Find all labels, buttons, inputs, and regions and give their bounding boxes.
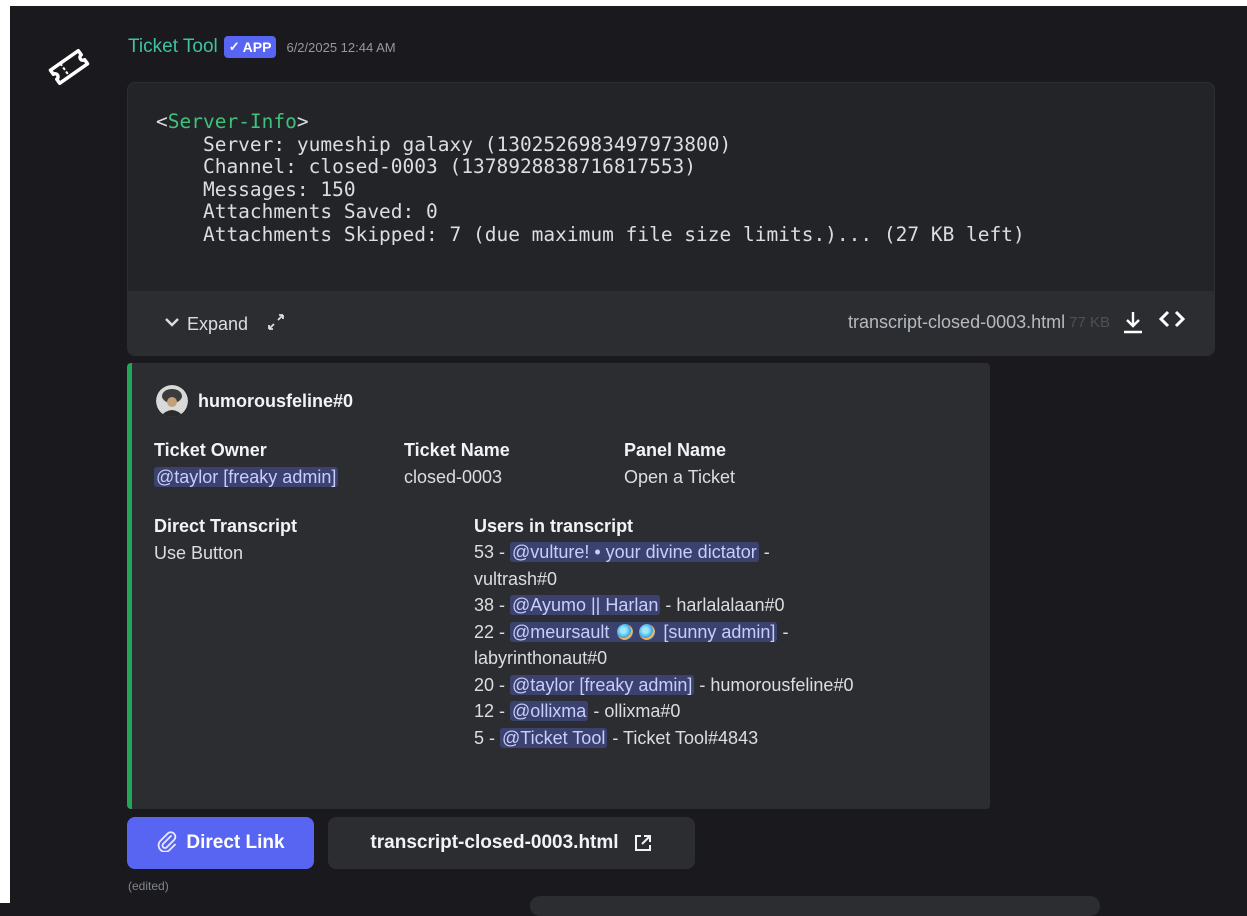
code-line: Channel: closed-0003 (137892883871681755… bbox=[156, 155, 697, 178]
user-mention-name: @meursault bbox=[512, 621, 610, 642]
user-tag: - bbox=[777, 621, 789, 642]
list-item: 22 - @meursault [sunny admin] - bbox=[474, 619, 974, 646]
bot-name[interactable]: Ticket Tool bbox=[128, 36, 218, 58]
direct-link-label: Direct Link bbox=[186, 832, 285, 853]
field-ticket-name: Ticket Name closed-0003 bbox=[404, 437, 510, 491]
field-label: Direct Transcript bbox=[154, 516, 298, 536]
user-count: 53 - bbox=[474, 542, 511, 562]
list-item: 38 - @Ayumo || Harlan - harlalalaan#0 bbox=[474, 592, 974, 619]
field-label: Ticket Name bbox=[404, 440, 510, 460]
user-mention[interactable]: @Ayumo || Harlan bbox=[510, 595, 661, 615]
window-frame-left bbox=[0, 0, 10, 903]
file-info: transcript-closed-0003.html 77 KB bbox=[848, 309, 1186, 335]
planet-emoji-icon bbox=[617, 623, 634, 640]
field-panel-name: Panel Name Open a Ticket bbox=[624, 437, 735, 491]
direct-link-button[interactable]: Direct Link bbox=[127, 817, 314, 869]
field-label: Panel Name bbox=[624, 440, 727, 460]
code-attachment-footer: Expand transcript-closed-0003.html 77 KB bbox=[128, 291, 1214, 355]
code-block: <Server-Info> Server: yumeship galaxy (1… bbox=[156, 110, 1025, 246]
list-item: 20 - @taylor [freaky admin] - humorousfe… bbox=[474, 672, 974, 699]
user-tag: - bbox=[758, 542, 770, 562]
field-label: Users in transcript bbox=[474, 516, 634, 536]
expand-button[interactable]: Expand bbox=[164, 312, 286, 336]
transcript-file-label: transcript-closed-0003.html bbox=[370, 832, 619, 853]
app-badge-label: APP bbox=[242, 39, 272, 55]
field-value: Open a Ticket bbox=[624, 467, 736, 487]
code-tag-name: Server-Info bbox=[167, 110, 297, 133]
code-line: Attachments Saved: 0 bbox=[156, 200, 438, 223]
expand-label: Expand bbox=[187, 313, 249, 334]
user-mention[interactable]: @meursault [sunny admin] bbox=[510, 621, 778, 642]
user-mention[interactable]: @ollixma bbox=[510, 701, 589, 721]
check-icon: ✓ bbox=[228, 39, 240, 54]
field-direct-transcript: Direct Transcript Use Button bbox=[154, 513, 297, 567]
planet-emoji-icon bbox=[639, 623, 656, 640]
user-mention[interactable]: @taylor [freaky admin] bbox=[510, 674, 695, 695]
user-count: 22 - bbox=[474, 621, 511, 642]
download-icon[interactable] bbox=[1120, 309, 1146, 335]
file-size: 77 KB bbox=[1069, 313, 1110, 331]
user-count: 20 - bbox=[474, 674, 511, 695]
avatar[interactable] bbox=[156, 385, 188, 417]
message-header: Ticket Tool ✓ APP 6/2/2025 12:44 AM bbox=[128, 34, 396, 60]
field-label: Ticket Owner bbox=[154, 440, 267, 460]
user-mention-role: [sunny admin] bbox=[663, 621, 776, 642]
expand-arrows-icon[interactable] bbox=[266, 312, 286, 336]
user-tag: - humorousfeline#0 bbox=[694, 674, 854, 695]
code-line: Attachments Skipped: 7 (due maximum file… bbox=[156, 222, 1025, 246]
chevron-down-icon bbox=[164, 315, 180, 333]
user-tag: - harlalalaan#0 bbox=[660, 595, 785, 615]
file-name[interactable]: transcript-closed-0003.html bbox=[848, 312, 1065, 333]
overlay-bar bbox=[530, 896, 1100, 916]
field-value: Use Button bbox=[154, 543, 244, 563]
user-tag: - Ticket Tool#4843 bbox=[607, 727, 759, 748]
user-count: 38 - bbox=[474, 595, 511, 615]
embed-author: humorousfeline#0 bbox=[156, 385, 353, 417]
edited-label: (edited) bbox=[128, 879, 169, 893]
list-item-wrap: vultrash#0 bbox=[474, 568, 558, 589]
embed-author-name[interactable]: humorousfeline#0 bbox=[198, 391, 353, 412]
user-tag: - ollixma#0 bbox=[588, 701, 681, 721]
user-count: 5 - bbox=[474, 727, 501, 748]
list-item: 5 - @Ticket Tool - Ticket Tool#4843 bbox=[474, 725, 974, 752]
window-frame-top bbox=[0, 0, 1247, 6]
code-tag-close: > bbox=[296, 110, 309, 133]
field-users-in-transcript: Users in transcript 53 - @vulture! • you… bbox=[474, 513, 974, 751]
code-icon[interactable] bbox=[1158, 309, 1186, 335]
code-tag-open: < bbox=[156, 110, 168, 133]
ticket-icon[interactable] bbox=[44, 42, 94, 92]
external-link-icon bbox=[634, 835, 651, 851]
user-mention[interactable]: @Ticket Tool bbox=[500, 727, 608, 748]
field-ticket-owner: Ticket Owner @taylor [freaky admin] bbox=[154, 437, 339, 491]
code-line: Messages: 150 bbox=[156, 177, 356, 201]
code-line: Server: yumeship galaxy (130252698349797… bbox=[156, 132, 732, 156]
list-item: 12 - @ollixma - ollixma#0 bbox=[474, 698, 974, 725]
transcript-file-button[interactable]: transcript-closed-0003.html bbox=[328, 817, 695, 869]
list-item: 53 - @vulture! • your divine dictator - bbox=[474, 539, 974, 566]
user-count: 12 - bbox=[474, 701, 511, 721]
code-attachment-card: <Server-Info> Server: yumeship galaxy (1… bbox=[127, 82, 1215, 356]
message-timestamp[interactable]: 6/2/2025 12:44 AM bbox=[286, 40, 395, 55]
transcript-embed: humorousfeline#0 Ticket Owner @taylor [f… bbox=[127, 363, 990, 809]
list-item-wrap: labyrinthonaut#0 bbox=[474, 648, 608, 668]
field-value: closed-0003 bbox=[404, 467, 503, 487]
app-badge: ✓ APP bbox=[223, 36, 277, 58]
paperclip-icon bbox=[156, 830, 178, 857]
user-mention[interactable]: @taylor [freaky admin] bbox=[154, 467, 339, 487]
user-mention[interactable]: @vulture! • your divine dictator bbox=[510, 542, 759, 562]
